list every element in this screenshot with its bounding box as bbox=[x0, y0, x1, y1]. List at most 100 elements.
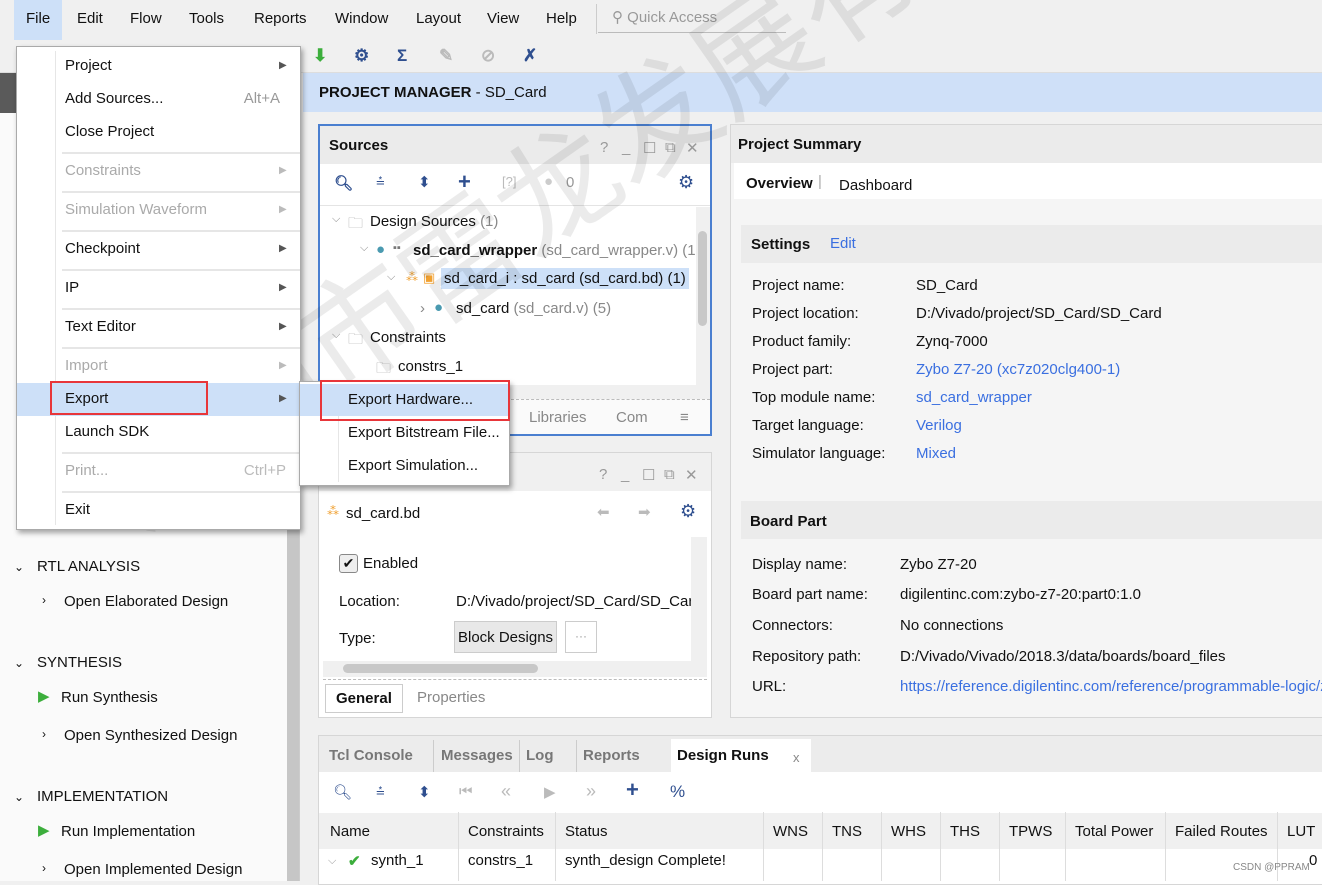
close-icon[interactable]: x bbox=[793, 750, 800, 765]
tab-design-runs[interactable]: Design Runs x bbox=[671, 739, 811, 773]
chevron-down-icon[interactable]: ⌵ bbox=[328, 855, 336, 868]
search-icon[interactable]: 🔍︎ bbox=[334, 174, 353, 192]
tree-bd-instance[interactable]: sd_card_i : sd_card (sd_card.bd) (1) bbox=[441, 268, 689, 289]
column-name[interactable]: Name bbox=[330, 823, 370, 840]
first-icon[interactable]: ⏮ bbox=[459, 783, 473, 800]
unknown-icon[interactable]: [?] bbox=[502, 174, 516, 189]
menu-edit[interactable]: Edit bbox=[77, 10, 103, 27]
nav-section-implementation[interactable]: IMPLEMENTATION bbox=[37, 788, 168, 805]
chevron-down-icon[interactable]: ⌵ bbox=[332, 329, 340, 342]
help-icon[interactable]: ? bbox=[600, 139, 608, 156]
menu-item-project[interactable]: Project bbox=[65, 57, 112, 74]
previous-icon[interactable]: « bbox=[501, 781, 511, 802]
summary-value[interactable]: Mixed bbox=[916, 445, 956, 462]
menu-item-add-sources[interactable]: Add Sources... bbox=[65, 90, 163, 107]
nav-section-rtl-analysis[interactable]: RTL ANALYSIS bbox=[37, 558, 140, 575]
chevron-down-icon[interactable]: ⌄ bbox=[14, 560, 24, 574]
nav-run-implementation[interactable]: Run Implementation bbox=[61, 823, 195, 840]
tab-compile-order[interactable]: Com bbox=[616, 409, 648, 426]
tab-log[interactable]: Log bbox=[526, 747, 554, 764]
menu-item-export-bitstream[interactable]: Export Bitstream File... bbox=[348, 424, 500, 441]
menu-flow[interactable]: Flow bbox=[130, 10, 162, 27]
tab-general[interactable]: General bbox=[325, 684, 403, 713]
nav-open-elaborated[interactable]: Open Elaborated Design bbox=[64, 593, 228, 610]
add-icon[interactable]: + bbox=[458, 169, 471, 195]
menu-help[interactable]: Help bbox=[546, 10, 577, 27]
minimize-icon[interactable]: _ bbox=[621, 466, 629, 483]
gear-icon[interactable]: ⚙ bbox=[680, 501, 696, 522]
settings-gear-icon[interactable]: ⚙ bbox=[354, 46, 369, 66]
nav-run-synthesis[interactable]: Run Synthesis bbox=[61, 689, 158, 706]
settings-edit-link[interactable]: Edit bbox=[830, 235, 856, 252]
column-tns[interactable]: TNS bbox=[832, 823, 862, 840]
chevron-down-icon[interactable]: ⌵ bbox=[360, 242, 368, 255]
maximize-icon[interactable]: ☐ bbox=[643, 139, 656, 157]
expand-all-icon[interactable]: ⬍ bbox=[418, 173, 431, 191]
column-lut[interactable]: LUT bbox=[1287, 823, 1315, 840]
menu-layout[interactable]: Layout bbox=[416, 10, 461, 27]
vertical-scrollbar[interactable] bbox=[691, 537, 707, 661]
quick-access-input[interactable]: ⚲ Quick Access bbox=[612, 8, 717, 26]
expand-all-icon[interactable]: ⬍ bbox=[418, 783, 431, 801]
collapse-all-icon[interactable]: ⩮ bbox=[376, 173, 385, 190]
program-device-icon[interactable]: ⬇ bbox=[313, 46, 327, 66]
tab-overview[interactable]: Overview bbox=[746, 175, 813, 192]
cancel-run-icon[interactable]: ✗ bbox=[523, 46, 537, 66]
tree-wrapper[interactable]: sd_card_wrapper (sd_card_wrapper.v) (1 bbox=[413, 242, 696, 259]
collapse-all-icon[interactable]: ⩮ bbox=[376, 783, 385, 800]
menu-item-ip[interactable]: IP bbox=[65, 279, 79, 296]
menu-item-constraints[interactable]: Constraints bbox=[65, 162, 141, 179]
column-whs[interactable]: WHS bbox=[891, 823, 926, 840]
next-icon[interactable]: » bbox=[586, 781, 596, 802]
tab-menu-icon[interactable]: ≡ bbox=[680, 409, 689, 426]
menu-window[interactable]: Window bbox=[335, 10, 388, 27]
disabled-tool-icon[interactable]: ✎ bbox=[439, 46, 453, 66]
float-icon[interactable]: ⧉ bbox=[664, 466, 675, 483]
run-icon[interactable]: ▶ bbox=[544, 783, 556, 801]
tab-tcl-console[interactable]: Tcl Console bbox=[329, 747, 413, 764]
menu-tools[interactable]: Tools bbox=[189, 10, 224, 27]
float-icon[interactable]: ⧉ bbox=[665, 139, 676, 156]
nav-open-implemented[interactable]: Open Implemented Design bbox=[64, 861, 242, 878]
summary-value[interactable]: https://reference.digilentinc.com/refere… bbox=[900, 678, 1322, 695]
menu-item-print[interactable]: Print... bbox=[65, 462, 108, 479]
column-wns[interactable]: WNS bbox=[773, 823, 808, 840]
summary-value[interactable]: sd_card_wrapper bbox=[916, 389, 1032, 406]
chevron-down-icon[interactable]: ⌵ bbox=[332, 213, 340, 226]
vertical-scrollbar[interactable] bbox=[696, 207, 710, 385]
menu-item-checkpoint[interactable]: Checkpoint bbox=[65, 240, 140, 257]
disabled-tool-icon-2[interactable]: ⊘ bbox=[481, 46, 495, 66]
column-tpws[interactable]: TPWS bbox=[1009, 823, 1052, 840]
nav-open-synthesized[interactable]: Open Synthesized Design bbox=[64, 727, 237, 744]
back-arrow-icon[interactable]: ⬅ bbox=[597, 503, 610, 521]
scroll-thumb[interactable] bbox=[343, 664, 538, 673]
chevron-down-icon[interactable]: ⌵ bbox=[387, 271, 395, 284]
column-failed-routes[interactable]: Failed Routes bbox=[1175, 823, 1268, 840]
menu-item-launch-sdk[interactable]: Launch SDK bbox=[65, 423, 149, 440]
help-icon[interactable]: ? bbox=[599, 466, 607, 483]
summary-value[interactable]: Verilog bbox=[916, 417, 962, 434]
forward-arrow-icon[interactable]: ➡ bbox=[638, 503, 651, 521]
menu-view[interactable]: View bbox=[487, 10, 519, 27]
percent-icon[interactable]: % bbox=[670, 782, 685, 802]
menu-item-export-simulation[interactable]: Export Simulation... bbox=[348, 457, 478, 474]
chevron-right-icon[interactable]: › bbox=[420, 300, 425, 317]
column-ths[interactable]: THS bbox=[950, 823, 980, 840]
horizontal-scrollbar[interactable] bbox=[323, 661, 707, 677]
tree-design-sources[interactable]: Design Sources (1) bbox=[370, 213, 498, 230]
tab-properties[interactable]: Properties bbox=[417, 689, 485, 706]
enabled-checkbox[interactable]: ✔ bbox=[339, 554, 358, 573]
menu-item-close-project[interactable]: Close Project bbox=[65, 123, 154, 140]
tree-constrs-1[interactable]: constrs_1 bbox=[398, 358, 463, 375]
menu-item-exit[interactable]: Exit bbox=[65, 501, 90, 518]
type-button[interactable]: Block Designs bbox=[454, 621, 557, 653]
tab-dashboard[interactable]: Dashboard bbox=[839, 177, 912, 194]
chevron-down-icon[interactable]: ⌄ bbox=[14, 790, 24, 804]
menu-file[interactable]: File bbox=[26, 10, 50, 27]
column-constraints[interactable]: Constraints bbox=[468, 823, 544, 840]
close-icon[interactable]: ✕ bbox=[685, 466, 698, 484]
tree-sd-card[interactable]: sd_card (sd_card.v) (5) bbox=[456, 300, 611, 317]
more-button[interactable]: ··· bbox=[565, 621, 597, 653]
add-icon[interactable]: + bbox=[626, 777, 639, 803]
sigma-report-icon[interactable]: Σ bbox=[397, 46, 407, 66]
